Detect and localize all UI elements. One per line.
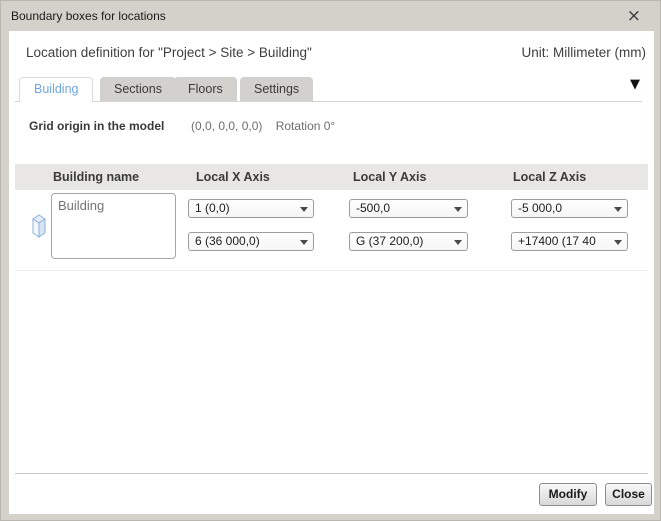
collapse-arrow-icon[interactable]: ▼ (630, 77, 640, 92)
title-bar: Boundary boxes for locations × (1, 1, 660, 31)
window-title: Boundary boxes for locations (11, 1, 166, 31)
column-header-local-x: Local X Axis (196, 164, 270, 190)
close-icon[interactable]: × (627, 4, 641, 28)
dropdown-arrow-icon (454, 207, 462, 212)
x-axis-max-dropdown[interactable]: 6 (36 000,0) (188, 232, 314, 251)
tab-strip-divider (15, 101, 642, 102)
x-axis-max-value: 6 (36 000,0) (195, 234, 260, 248)
table-header-row: Building name Local X Axis Local Y Axis … (15, 164, 648, 190)
dropdown-arrow-icon (454, 240, 462, 245)
dropdown-arrow-icon (614, 207, 622, 212)
tab-floors[interactable]: Floors (174, 77, 237, 101)
dropdown-arrow-icon (300, 207, 308, 212)
tab-sections[interactable]: Sections (100, 77, 176, 101)
unit-label: Unit: Millimeter (mm) (522, 45, 647, 60)
dropdown-arrow-icon (614, 240, 622, 245)
close-button[interactable]: Close (605, 483, 652, 506)
building-name-input[interactable]: Building (51, 193, 176, 259)
y-axis-min-value: -500,0 (356, 201, 390, 215)
grid-origin-coordinates: (0,0, 0,0, 0,0) (191, 119, 262, 133)
row-divider (15, 270, 648, 271)
column-header-building-name: Building name (53, 164, 139, 190)
grid-origin-value: (0,0, 0,0, 0,0) Rotation 0° (191, 119, 335, 133)
footer-divider (15, 473, 648, 474)
building-cube-icon (30, 213, 48, 239)
dialog-body: Location definition for "Project > Site … (9, 31, 654, 514)
column-header-local-z: Local Z Axis (513, 164, 586, 190)
grid-origin-label: Grid origin in the model (29, 119, 164, 133)
grid-origin-rotation: Rotation 0° (276, 119, 336, 133)
z-axis-min-dropdown[interactable]: -5 000,0 (511, 199, 628, 218)
modify-button[interactable]: Modify (539, 483, 597, 506)
tab-building[interactable]: Building (19, 77, 93, 102)
z-axis-min-value: -5 000,0 (518, 201, 562, 215)
x-axis-min-value: 1 (0,0) (195, 201, 230, 215)
y-axis-max-value: G (37 200,0) (356, 234, 423, 248)
tab-settings[interactable]: Settings (240, 77, 313, 101)
dropdown-arrow-icon (300, 240, 308, 245)
y-axis-max-dropdown[interactable]: G (37 200,0) (349, 232, 468, 251)
dialog-window: Boundary boxes for locations × Location … (0, 0, 661, 521)
z-axis-max-dropdown[interactable]: +17400 (17 40 (511, 232, 628, 251)
location-definition-label: Location definition for "Project > Site … (26, 45, 312, 60)
z-axis-max-value: +17400 (17 40 (518, 234, 596, 248)
x-axis-min-dropdown[interactable]: 1 (0,0) (188, 199, 314, 218)
column-header-local-y: Local Y Axis (353, 164, 426, 190)
y-axis-min-dropdown[interactable]: -500,0 (349, 199, 468, 218)
